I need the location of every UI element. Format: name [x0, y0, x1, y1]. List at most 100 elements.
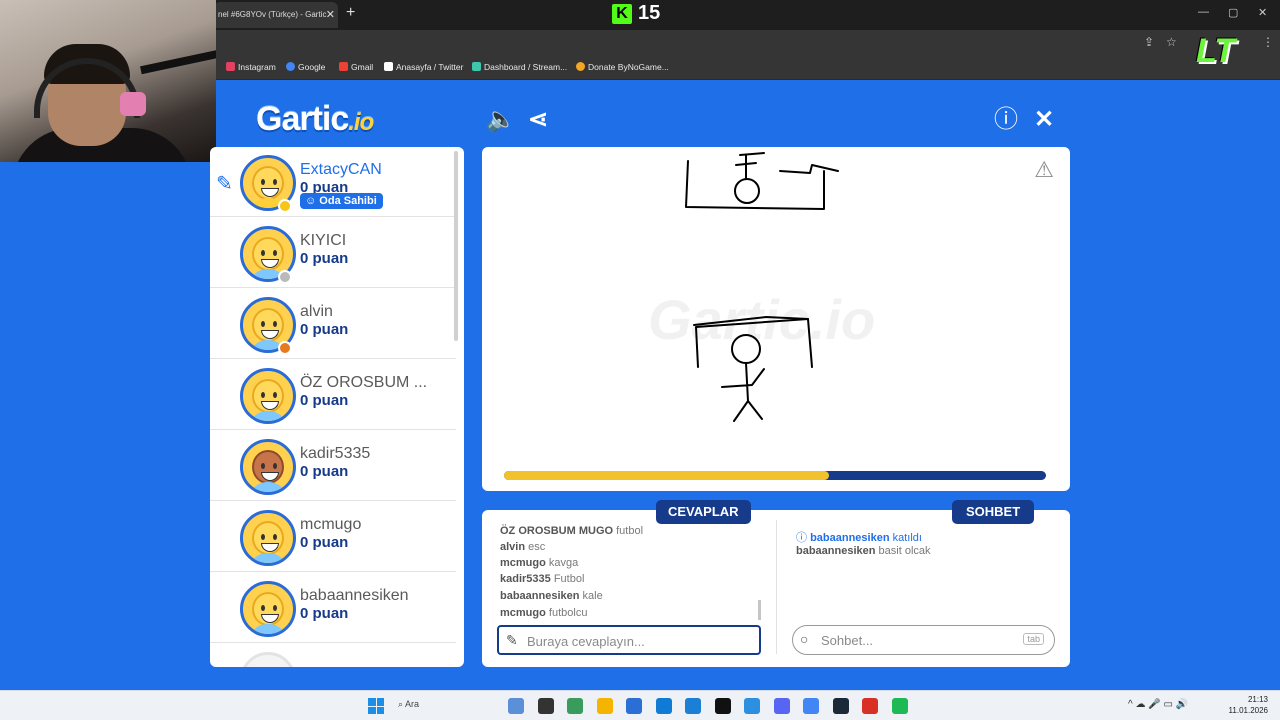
- microphone: [120, 92, 146, 116]
- sound-icon[interactable]: 🔈: [486, 108, 516, 132]
- system-tray[interactable]: ^ ☁ 🎤 ▭ 🔊: [1128, 699, 1188, 710]
- pencil-icon: ✎: [216, 173, 233, 195]
- player-points: 0 puan: [300, 463, 349, 480]
- install-icon[interactable]: ⇪: [1144, 35, 1154, 49]
- player-row[interactable]: [210, 644, 456, 667]
- answer-item: kadir5335 Futbol: [500, 573, 585, 585]
- player-row[interactable]: kadir5335 0 puan: [210, 431, 456, 501]
- answers-chat-panel: ÖZ OROSBUM MUGO futbol alvin esc mcmugo …: [482, 510, 1070, 667]
- chat-input-box[interactable]: ○ tab: [792, 625, 1055, 655]
- player-row[interactable]: KIYICI 0 puan: [210, 218, 456, 288]
- status-dot: [278, 270, 292, 284]
- answer-input[interactable]: [527, 631, 737, 651]
- bookmark-dashboard[interactable]: Dashboard / Stream...: [472, 62, 567, 72]
- player-name: alvin: [300, 303, 333, 320]
- bynogame-icon: [576, 62, 585, 71]
- status-dot: [278, 199, 292, 213]
- taskbar-app-icon[interactable]: [744, 698, 760, 714]
- streamlabs-icon: [472, 62, 481, 71]
- drawing-canvas[interactable]: Gartic.io ⚠: [482, 147, 1070, 491]
- player-list-scrollbar[interactable]: [454, 151, 458, 341]
- answer-item: mcmugo futbolcu: [500, 607, 588, 619]
- taskbar-app-icon[interactable]: [626, 698, 642, 714]
- share-icon[interactable]: ⋖: [528, 108, 548, 132]
- chat-bubble-icon: ○: [800, 631, 809, 647]
- panel-divider: [776, 520, 777, 654]
- player-points: 0 puan: [300, 605, 349, 622]
- info-icon[interactable]: ⓘ: [994, 108, 1018, 132]
- player-row[interactable]: ÖZ OROSBUM ... 0 puan: [210, 360, 456, 430]
- windows-taskbar: ⌕ Ara ^ ☁ 🎤 ▭ 🔊 21:13 11.01.2026: [0, 690, 1280, 720]
- maximize-button[interactable]: ▢: [1228, 6, 1238, 19]
- tab-title: nel #6G8YOv (Türkçe) - Gartic: [218, 10, 327, 19]
- gartic-logo[interactable]: Gartic.io: [256, 100, 374, 139]
- avatar: [240, 581, 296, 637]
- viewer-count: 15: [638, 2, 661, 24]
- player-row[interactable]: ✎ ExtacyCAN 0 puan ☺ Oda Sahibi: [210, 147, 456, 217]
- chat-input[interactable]: [821, 630, 1031, 650]
- windows-start-icon[interactable]: [368, 698, 384, 714]
- taskbar-app-icon[interactable]: [714, 698, 731, 714]
- taskbar-app-icon[interactable]: [803, 698, 819, 714]
- avatar-empty: [240, 652, 296, 667]
- tab-chat[interactable]: SOHBET: [952, 500, 1035, 524]
- report-warning-icon[interactable]: ⚠: [1034, 157, 1054, 183]
- answer-input-box[interactable]: ✎: [497, 625, 761, 655]
- taskbar-search[interactable]: ⌕ Ara: [398, 699, 419, 710]
- player-name: babaannesiken: [300, 587, 409, 604]
- bookmark-instagram[interactable]: Instagram: [226, 62, 276, 72]
- taskbar-app-icon[interactable]: [773, 698, 790, 714]
- avatar: [240, 368, 296, 424]
- status-dot: [278, 341, 292, 355]
- window-close-button[interactable]: ✕: [1258, 6, 1267, 19]
- taskbar-app-icon[interactable]: [596, 698, 613, 714]
- avatar: [240, 510, 296, 566]
- tab-hint: tab: [1023, 633, 1044, 645]
- answer-item: ÖZ OROSBUM MUGO futbol: [500, 525, 644, 537]
- bookmark-donate[interactable]: Donate ByNoGame...: [576, 62, 669, 72]
- taskbar-app-icon[interactable]: [832, 698, 849, 714]
- instagram-icon: [226, 62, 235, 71]
- player-name: ÖZ OROSBUM ...: [300, 374, 428, 391]
- owner-badge: ☺ Oda Sahibi: [300, 193, 383, 209]
- close-icon[interactable]: ✕: [1034, 108, 1054, 132]
- taskbar-app-icon[interactable]: [537, 698, 554, 714]
- answer-item: babaannesiken kale: [500, 590, 603, 602]
- google-icon: [286, 62, 295, 71]
- bookmark-gmail[interactable]: Gmail: [339, 62, 373, 72]
- player-points: 0 puan: [300, 321, 349, 338]
- answers-scrollbar[interactable]: [758, 600, 761, 620]
- menu-icon[interactable]: ⋮: [1262, 35, 1274, 49]
- player-points: 0 puan: [300, 534, 349, 551]
- taskbar-clock[interactable]: 21:13 11.01.2026: [1228, 694, 1268, 716]
- chat-message: babaannesiken basit olcak: [796, 545, 931, 557]
- new-tab-button[interactable]: +: [346, 4, 355, 22]
- player-name: ExtacyCAN: [300, 161, 382, 178]
- mic-arm: [140, 49, 216, 75]
- bookmark-twitter[interactable]: Anasayfa / Twitter: [384, 62, 463, 72]
- tab-close-icon[interactable]: ✕: [326, 8, 335, 21]
- kick-logo-icon: K: [612, 4, 632, 24]
- player-row[interactable]: alvin 0 puan: [210, 289, 456, 359]
- taskbar-app-icon[interactable]: [567, 698, 583, 714]
- chat-message: ⓘ babaannesiken katıldı: [796, 532, 922, 544]
- x-icon: [384, 62, 393, 71]
- player-name: kadir5335: [300, 445, 371, 462]
- taskbar-app-icon[interactable]: [655, 698, 672, 714]
- owner-icon: ☺: [305, 195, 317, 207]
- player-row[interactable]: babaannesiken 0 puan: [210, 573, 456, 643]
- taskbar-app-icon[interactable]: [891, 698, 908, 714]
- taskbar-app-icon[interactable]: [862, 698, 878, 714]
- bookmark-star-icon[interactable]: ☆: [1166, 35, 1177, 49]
- browser-tab[interactable]: nel #6G8YOv (Türkçe) - Gartic ✕: [214, 2, 338, 28]
- player-row[interactable]: mcmugo 0 puan: [210, 502, 456, 572]
- drawing-strokes: [685, 152, 839, 422]
- taskbar-app-icon[interactable]: [685, 698, 701, 714]
- bookmark-google[interactable]: Google: [286, 62, 325, 72]
- taskbar-app-icon[interactable]: [508, 698, 524, 714]
- minimize-button[interactable]: —: [1198, 6, 1209, 18]
- player-points: 0 puan: [300, 250, 349, 267]
- tab-answers[interactable]: CEVAPLAR: [656, 500, 751, 524]
- round-timer-fill: [504, 471, 830, 480]
- player-list: ✎ ExtacyCAN 0 puan ☺ Oda Sahibi KIYICI 0…: [210, 147, 464, 667]
